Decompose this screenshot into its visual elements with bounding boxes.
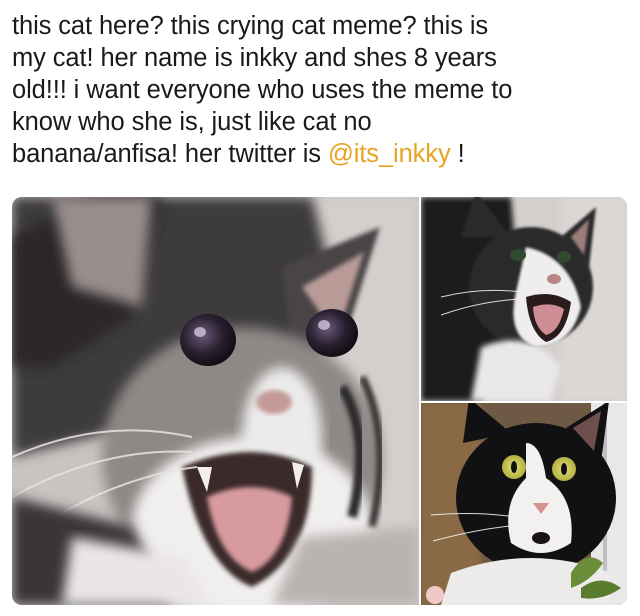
caption-line-1: this cat here? this crying cat meme? thi… bbox=[12, 12, 489, 40]
caption-line-5-text: banana/anfisa! her twitter is bbox=[12, 140, 328, 168]
twitter-handle-link[interactable]: @its_inkky bbox=[328, 140, 451, 168]
caption-line-2: my cat! her name is inkky and shes 8 yea… bbox=[12, 44, 497, 72]
crying-cat-closeup-image bbox=[12, 197, 419, 605]
surprised-cat-image bbox=[421, 403, 627, 605]
caption-line-3: old!!! i want everyone who uses the meme… bbox=[12, 76, 513, 104]
caption-line-4: know who she is, just like cat no bbox=[12, 108, 372, 136]
post-caption: this cat here? this crying cat meme? thi… bbox=[12, 10, 628, 170]
caption-line-5-end: ! bbox=[450, 140, 465, 168]
crying-cat-side-image bbox=[421, 197, 627, 401]
caption-line-5: banana/anfisa! her twitter is @its_inkky… bbox=[12, 138, 628, 170]
